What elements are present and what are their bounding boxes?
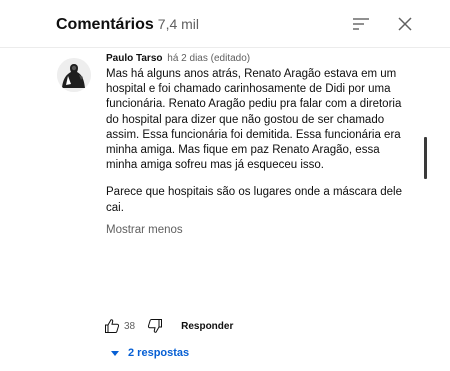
sort-icon <box>353 18 369 30</box>
close-icon <box>398 17 412 31</box>
replies-label: 2 respostas <box>128 347 190 359</box>
comment-paragraph: Parece que hospitais são os lugares onde… <box>106 186 402 214</box>
like-button[interactable] <box>104 318 120 334</box>
dislike-button[interactable] <box>147 318 163 334</box>
comment-body: Mas há alguns anos atrás, Renato Aragão … <box>106 67 406 216</box>
sort-button[interactable] <box>349 12 373 36</box>
caret-down-icon <box>111 351 119 356</box>
replies-toggle[interactable]: 2 respostas <box>110 347 189 359</box>
show-less-link[interactable]: Mostrar menos <box>106 224 406 236</box>
avatar[interactable] <box>57 58 91 92</box>
comment-time[interactable]: há 2 dias (editado) <box>167 53 250 64</box>
scrollbar[interactable] <box>424 137 427 179</box>
close-button[interactable] <box>393 12 417 36</box>
comment-actions: 38 Responder <box>104 317 233 335</box>
comment-paragraph: Mas há alguns anos atrás, Renato Aragão … <box>106 68 402 172</box>
comment-author[interactable]: Paulo Tarso <box>106 53 163 64</box>
avatar-image <box>57 58 91 92</box>
comments-title-label: Comentários <box>56 16 154 33</box>
comment-meta: Paulo Tarso há 2 dias (editado) <box>106 52 406 66</box>
comment: Paulo Tarso há 2 dias (editado) Mas há a… <box>106 52 406 236</box>
like-count: 38 <box>124 320 136 332</box>
comments-count: 7,4 mil <box>157 16 200 32</box>
thumbs-down-icon <box>148 319 163 333</box>
thumbs-up-icon <box>105 319 120 333</box>
header-divider <box>0 47 450 48</box>
comments-header: Comentários 7,4 mil <box>0 0 450 48</box>
reply-button[interactable]: Responder <box>181 321 233 332</box>
comments-title: Comentários 7,4 mil <box>56 16 199 34</box>
